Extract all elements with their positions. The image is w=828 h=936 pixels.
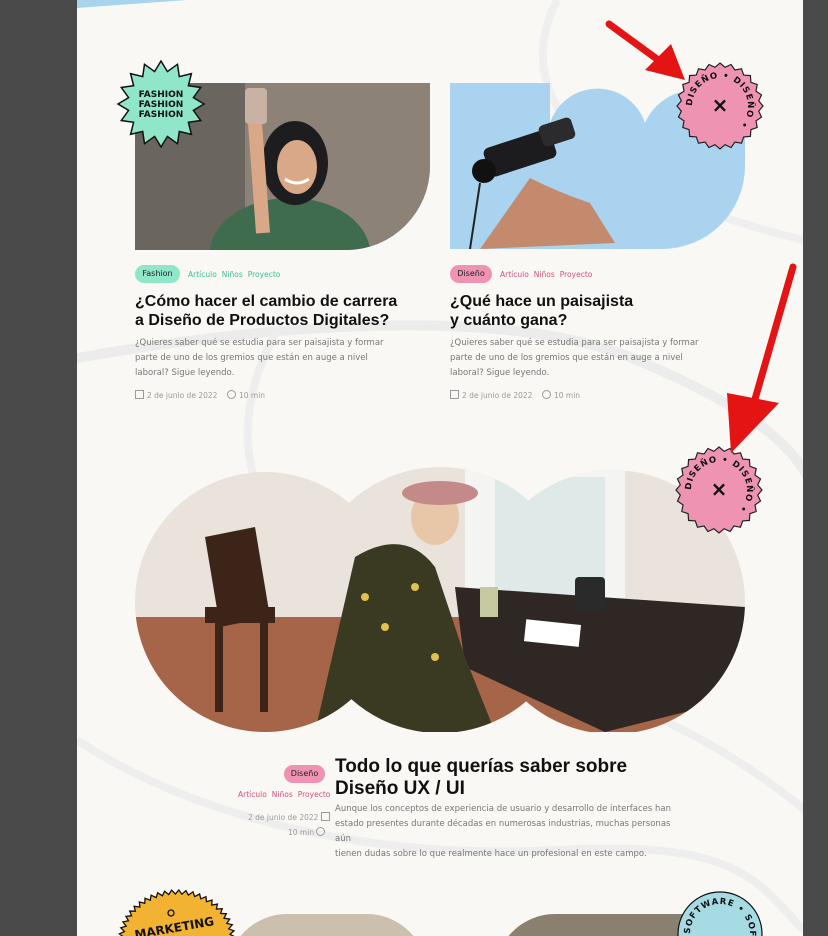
featured-tags: Artículo Niños Proyecto bbox=[238, 790, 335, 799]
card-1-read-time: 10 min bbox=[238, 391, 266, 400]
tag-proyecto[interactable]: Proyecto bbox=[248, 270, 281, 279]
clock-icon bbox=[226, 390, 236, 399]
card-1-meta: 2 de junio de 2022 10 min bbox=[135, 390, 265, 400]
tag-articulo[interactable]: Artículo bbox=[188, 270, 217, 279]
category-pill-fashion[interactable]: Fashion bbox=[135, 265, 180, 283]
marketing-badge: MARKETING bbox=[118, 888, 236, 936]
blog-page: FASHION FASHION FASHION Fashion Artículo… bbox=[77, 0, 803, 936]
card-2-meta: 2 de junio de 2022 10 min bbox=[450, 390, 580, 400]
calendar-icon bbox=[135, 390, 144, 399]
card-1-title[interactable]: ¿Cómo hacer el cambio de carrera a Diseño… bbox=[135, 292, 397, 330]
category-pill-diseno-featured[interactable]: Diseño bbox=[284, 765, 325, 783]
annotation-arrow-featured bbox=[727, 263, 797, 453]
card-2-tags: Artículo Niños Proyecto bbox=[500, 270, 597, 279]
clock-icon bbox=[541, 390, 551, 399]
featured-read-time: 10 min bbox=[288, 827, 328, 837]
featured-date: 2 de junio de 2022 bbox=[248, 812, 333, 822]
card-2-read-time: 10 min bbox=[553, 391, 581, 400]
tag-ninos[interactable]: Niños bbox=[222, 270, 243, 279]
close-icon: × bbox=[712, 93, 729, 117]
featured-image[interactable] bbox=[135, 467, 745, 732]
fashion-badge-text: FASHION bbox=[139, 90, 184, 100]
annotation-arrow-top bbox=[605, 20, 685, 80]
svg-text:FASHION: FASHION bbox=[139, 110, 184, 120]
category-pill-diseno[interactable]: Diseño bbox=[450, 265, 492, 283]
card-2-date: 2 de junio de 2022 bbox=[462, 391, 533, 400]
card-1-description: ¿Quieres saber qué se estudia para ser p… bbox=[135, 338, 384, 378]
fashion-badge: FASHION FASHION FASHION bbox=[117, 60, 205, 148]
tag-articulo[interactable]: Artículo bbox=[238, 790, 267, 799]
svg-text:FASHION: FASHION bbox=[139, 100, 184, 110]
diseno-badge-featured[interactable]: DISEÑO • DISEÑO • × bbox=[674, 445, 764, 535]
tag-articulo[interactable]: Artículo bbox=[500, 270, 529, 279]
calendar-icon bbox=[450, 390, 459, 399]
tag-proyecto[interactable]: Proyecto bbox=[298, 790, 331, 799]
woman-writing-photo-icon bbox=[135, 467, 745, 732]
card-2-description: ¿Quieres saber qué se estudia para ser p… bbox=[450, 338, 699, 378]
close-icon: × bbox=[711, 477, 728, 501]
card-1-tags: Artículo Niños Proyecto bbox=[188, 270, 285, 279]
card-1-date: 2 de junio de 2022 bbox=[147, 391, 218, 400]
tag-proyecto[interactable]: Proyecto bbox=[560, 270, 593, 279]
clock-icon bbox=[316, 827, 326, 836]
calendar-icon bbox=[320, 812, 330, 821]
card-2-title[interactable]: ¿Qué hace un paisajista y cuánto gana? bbox=[450, 292, 633, 330]
tag-ninos[interactable]: Niños bbox=[534, 270, 555, 279]
featured-description: Aunque los conceptos de experiencia de u… bbox=[335, 804, 672, 859]
software-badge: SOFTWARE • SOFTWARE • bbox=[677, 891, 763, 936]
tag-ninos[interactable]: Niños bbox=[272, 790, 293, 799]
featured-title[interactable]: Todo lo que querías saber sobre Diseño UX… bbox=[335, 756, 627, 800]
